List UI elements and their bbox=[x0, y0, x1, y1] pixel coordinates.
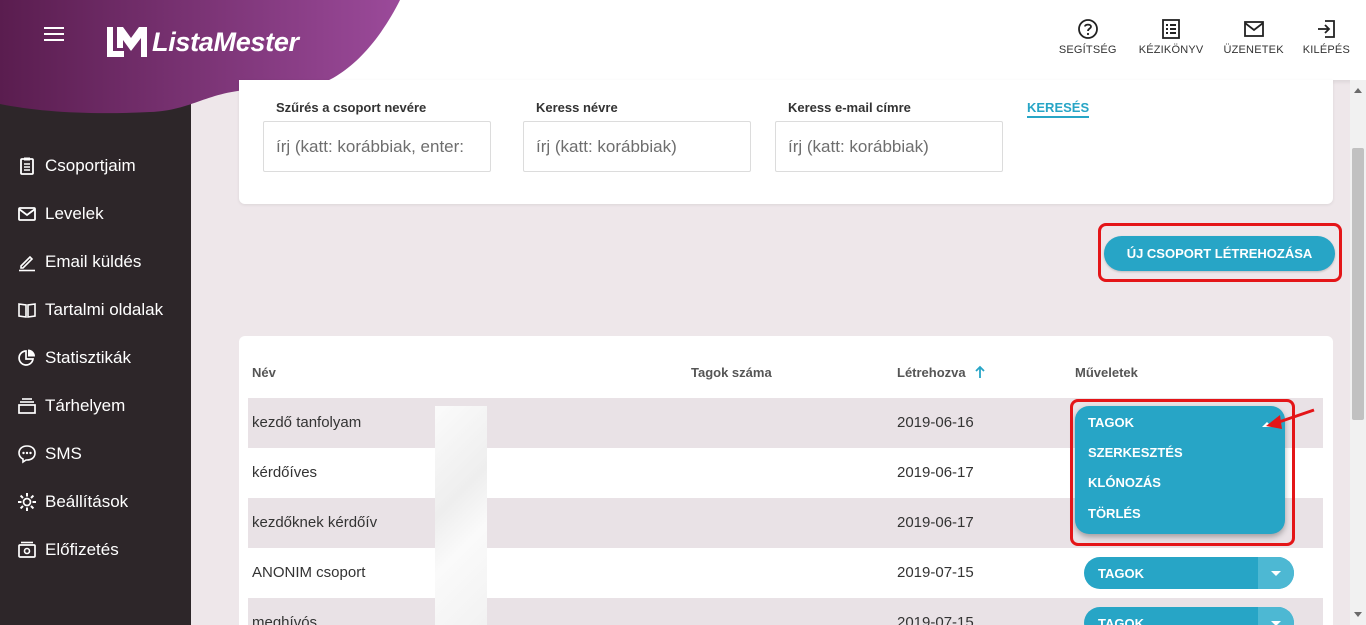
group-filter-input[interactable] bbox=[263, 121, 491, 172]
sidebar-item-statisztikak[interactable]: Statisztikák bbox=[0, 334, 191, 382]
manual-button[interactable]: KÉZIKÖNYV bbox=[1139, 18, 1204, 56]
mail-icon bbox=[1243, 21, 1264, 37]
column-header-name[interactable]: Név bbox=[252, 365, 276, 380]
storage-icon bbox=[18, 398, 36, 414]
group-filter-label: Szűrés a csoport nevére bbox=[276, 100, 427, 115]
sidebar-item-label: Előfizetés bbox=[45, 540, 119, 559]
chevron-down-icon bbox=[1271, 570, 1281, 576]
help-icon bbox=[1077, 19, 1098, 39]
sidebar-item-label: Tárhelyem bbox=[45, 396, 126, 415]
members-button[interactable]: TAGOK bbox=[1084, 557, 1258, 589]
sidebar-item-elofizetes[interactable]: Előfizetés bbox=[0, 526, 191, 574]
brand-logo: ListaMester bbox=[104, 24, 299, 60]
sidebar-item-tartalmi-oldalak[interactable]: Tartalmi oldalak bbox=[0, 286, 191, 334]
sidebar-item-label: Csoportjaim bbox=[45, 156, 136, 175]
brand-name: ListaMester bbox=[152, 26, 299, 57]
gear-icon bbox=[18, 493, 36, 511]
logout-icon bbox=[1318, 20, 1336, 38]
sort-ascending-icon bbox=[975, 365, 985, 378]
sidebar-item-levelek[interactable]: Levelek bbox=[0, 190, 191, 238]
messages-button[interactable]: ÜZENETEK bbox=[1223, 18, 1284, 56]
email-search-input[interactable] bbox=[775, 121, 1003, 172]
scroll-down-icon bbox=[1354, 612, 1362, 617]
pie-chart-icon bbox=[18, 349, 35, 366]
sidebar-item-email-kuldes[interactable]: Email küldés bbox=[0, 238, 191, 286]
sidebar-item-beallitasok[interactable]: Beállítások bbox=[0, 478, 191, 526]
sidebar-item-sms[interactable]: SMS bbox=[0, 430, 191, 478]
actions-split-button: TAGOK bbox=[1084, 557, 1294, 589]
created-date: 2019-06-17 bbox=[897, 514, 974, 531]
sidebar-item-label: SMS bbox=[45, 444, 82, 463]
created-date: 2019-06-16 bbox=[897, 414, 974, 431]
name-search-input[interactable] bbox=[523, 121, 751, 172]
created-date: 2019-07-15 bbox=[897, 564, 974, 581]
pointer-arrow-icon bbox=[1266, 408, 1315, 429]
column-header-created[interactable]: Létrehozva bbox=[897, 365, 986, 380]
manual-icon bbox=[1162, 19, 1180, 39]
help-button[interactable]: SEGÍTSÉG bbox=[1059, 18, 1117, 56]
scrollbar-thumb[interactable] bbox=[1352, 148, 1364, 420]
actions-dropdown-toggle[interactable] bbox=[1258, 557, 1294, 589]
members-button[interactable]: TAGOK bbox=[1084, 607, 1258, 625]
sidebar-item-label: Email küldés bbox=[45, 252, 142, 271]
table-row[interactable]: ANONIM csoport 2019-07-15 TAGOK bbox=[248, 548, 1323, 598]
chevron-down-icon bbox=[1271, 620, 1281, 625]
created-date: 2019-06-17 bbox=[897, 464, 974, 481]
column-header-members[interactable]: Tagok száma bbox=[691, 365, 772, 380]
group-name: kezdő tanfolyam bbox=[252, 414, 362, 431]
search-button[interactable]: KERESÉS bbox=[1027, 100, 1090, 118]
sidebar-item-label: Tartalmi oldalak bbox=[45, 300, 164, 319]
clipboard-icon bbox=[20, 157, 34, 175]
top-header: ListaMester SEGÍTSÉG KÉZIKÖNYV ÜZENETEK … bbox=[0, 0, 1366, 114]
pencil-icon bbox=[19, 255, 35, 272]
actions-split-button: TAGOK bbox=[1084, 607, 1294, 625]
sidebar-item-label: Levelek bbox=[45, 204, 104, 223]
group-name: ANONIM csoport bbox=[252, 564, 366, 581]
filter-card: Szűrés a csoport nevére Keress névre Ker… bbox=[239, 80, 1333, 204]
created-date: 2019-07-15 bbox=[897, 614, 974, 625]
sidebar-item-label: Statisztikák bbox=[45, 348, 131, 367]
vertical-scrollbar[interactable] bbox=[1350, 80, 1366, 625]
new-group-button[interactable]: ÚJ CSOPORT LÉTREHOZÁSA bbox=[1104, 236, 1335, 271]
top-actions: SEGÍTSÉG KÉZIKÖNYV ÜZENETEK KILÉPÉS bbox=[1059, 18, 1366, 56]
name-search-label: Keress névre bbox=[536, 100, 618, 115]
group-name: kezdőknek kérdőív bbox=[252, 514, 378, 531]
table-row[interactable]: meghívós 2019-07-15 TAGOK bbox=[248, 598, 1323, 625]
sidebar-nav: Csoportjaim Levelek Email küldés Tartalm… bbox=[0, 142, 191, 574]
listamester-logo-icon bbox=[107, 27, 147, 57]
envelope-icon bbox=[18, 207, 36, 221]
email-search-label: Keress e-mail címre bbox=[788, 100, 911, 115]
menu-toggle-button[interactable] bbox=[44, 27, 64, 43]
sidebar-item-tarhelyem[interactable]: Tárhelyem bbox=[0, 382, 191, 430]
column-header-actions: Műveletek bbox=[1075, 365, 1138, 380]
subscription-icon bbox=[18, 541, 36, 558]
group-name: kérdőíves bbox=[252, 464, 318, 481]
sidebar-item-label: Beállítások bbox=[45, 492, 129, 511]
group-name: meghívós bbox=[252, 614, 318, 625]
sms-icon bbox=[18, 445, 36, 464]
scroll-up-icon bbox=[1354, 88, 1362, 93]
logout-button[interactable]: KILÉPÉS bbox=[1303, 18, 1350, 56]
book-icon bbox=[18, 303, 36, 318]
actions-dropdown-toggle[interactable] bbox=[1258, 607, 1294, 625]
members-count-redacted bbox=[435, 406, 487, 625]
sidebar-item-csoportjaim[interactable]: Csoportjaim bbox=[0, 142, 191, 190]
